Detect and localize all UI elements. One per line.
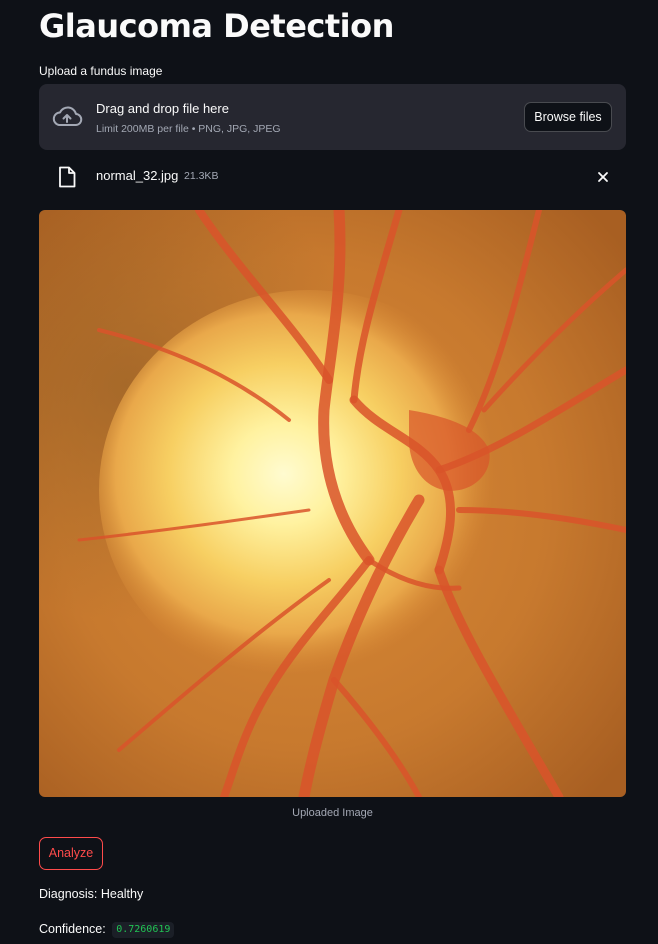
cloud-upload-icon (52, 106, 83, 126)
analyze-button[interactable]: Analyze (39, 837, 103, 870)
upload-label: Upload a fundus image (39, 64, 163, 78)
page-title: Glaucoma Detection (39, 7, 394, 45)
uploaded-file-row: normal_32.jpg 21.3KB (39, 160, 626, 194)
confidence-result: Confidence: 0.7260619 (39, 920, 175, 938)
browse-files-button[interactable]: Browse files (524, 102, 612, 132)
confidence-value: 0.7260619 (112, 922, 175, 938)
file-dropzone[interactable]: Drag and drop file here Limit 200MB per … (39, 84, 626, 150)
close-icon[interactable] (596, 170, 610, 184)
confidence-label: Confidence: (39, 922, 106, 936)
image-caption: Uploaded Image (292, 807, 373, 819)
uploaded-file-size: 21.3KB (184, 170, 219, 182)
fundus-image (39, 210, 626, 797)
app-page: Glaucoma Detection Upload a fundus image… (0, 0, 658, 944)
fundus-image-graphic (39, 210, 626, 797)
dropzone-limits: Limit 200MB per file • PNG, JPG, JPEG (96, 123, 281, 135)
file-icon (59, 166, 76, 188)
dropzone-title: Drag and drop file here (96, 101, 229, 116)
diagnosis-result: Diagnosis: Healthy (39, 887, 144, 901)
uploaded-file-name: normal_32.jpg (96, 168, 179, 183)
